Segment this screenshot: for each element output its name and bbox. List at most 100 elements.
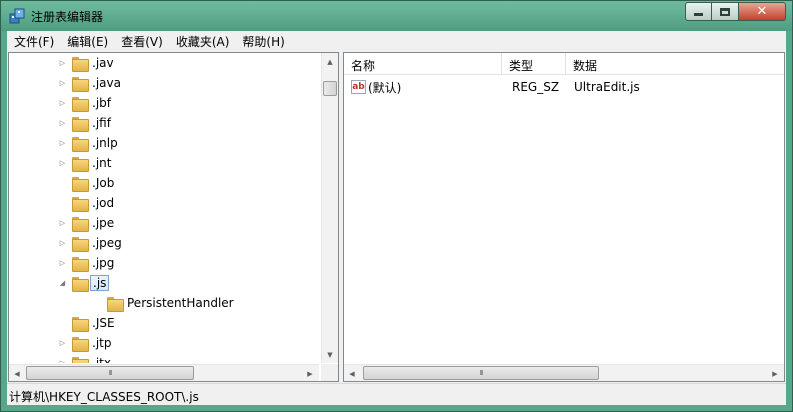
tree-horizontal-scrollbar[interactable]: ◀ III ▶ [9,364,319,381]
tree-vertical-scroll-thumb[interactable] [323,81,337,96]
folder-icon [107,296,124,312]
tree-item-label: .js [90,275,110,291]
tree-item[interactable]: ▷ .jpeg [58,233,124,253]
expand-arrow-icon[interactable]: ▷ [58,259,67,268]
close-button[interactable]: ✕ [739,2,786,21]
tree-item[interactable]: ▷ .jfif [58,113,113,133]
scroll-left-arrow-icon[interactable]: ◀ [9,365,25,382]
tree-item[interactable]: ▷ .jpe [58,213,116,233]
column-data-header[interactable]: 数据 [566,53,784,75]
value-data: UltraEdit.js [574,80,640,94]
column-name-header[interactable]: 名称 [344,53,502,75]
folder-icon [72,96,89,112]
values-horizontal-scroll-thumb[interactable]: III [363,366,599,380]
expand-arrow-icon[interactable]: ◢ [58,279,67,288]
tree-item-label: .java [92,76,121,90]
tree-item[interactable]: ▷ .jpg [58,253,116,273]
folder-icon [72,356,89,363]
tree-item-label: .jpe [92,216,115,230]
tree-item-label: .jod [92,196,115,210]
tree-item-label: .Job [92,176,115,190]
scroll-up-arrow-icon[interactable]: ▲ [322,53,338,70]
expand-arrow-icon[interactable]: ▷ [58,79,67,88]
folder-icon [72,56,89,72]
expand-arrow-icon[interactable]: ▷ [58,159,67,168]
folder-icon [72,236,89,252]
tree-item[interactable]: ▷ .jnlp [58,133,120,153]
folder-icon [72,196,89,212]
folder-icon [72,216,89,232]
tree-item-label: .jtp [92,336,112,350]
tree-item[interactable]: .JSE [58,313,117,333]
folder-icon [72,316,89,332]
tree-item[interactable]: ▷ .jav [58,53,116,73]
folder-icon [72,156,89,172]
menu-edit[interactable]: 编辑(E) [60,31,114,50]
string-value-icon: ab [351,80,366,94]
values-pane: 名称 类型 数据 ab (默认) REG_SZ UltraEdit.js ◀ I… [343,52,785,382]
scroll-right-arrow-icon[interactable]: ▶ [767,365,783,382]
values-horizontal-scrollbar[interactable]: ◀ III ▶ [344,364,784,381]
tree-item[interactable]: ▷ .jbf [58,93,113,113]
folder-icon [72,336,89,352]
value-name: (默认) [368,80,402,95]
tree-item[interactable]: ▷ .jtp [58,333,113,353]
title-bar[interactable]: 注册表编辑器 ✕ [1,1,792,31]
tree-vertical-scrollbar[interactable]: ▲ ▼ [321,53,338,363]
minimize-icon [694,13,703,16]
menu-help[interactable]: 帮助(H) [235,31,290,50]
tree-item[interactable]: ▷ .jnt [58,153,113,173]
window-title: 注册表编辑器 [31,10,104,24]
maximize-button[interactable] [712,2,739,21]
expand-arrow-icon[interactable]: ▷ [58,359,67,363]
tree-item[interactable]: ◢ .js [58,273,110,293]
tree-item[interactable]: ▷ .jtx [58,353,113,363]
expand-arrow-icon[interactable]: ▷ [58,99,67,108]
tree-item-label: .jfif [92,116,111,130]
maximize-icon [720,7,730,16]
column-type-header[interactable]: 类型 [502,53,566,75]
expand-arrow-icon[interactable]: ▷ [58,119,67,128]
tree-horizontal-scroll-thumb[interactable]: III [26,366,194,380]
close-icon: ✕ [756,4,768,19]
tree-item-label: .jnlp [92,136,118,150]
value-type: REG_SZ [512,80,560,94]
menu-view[interactable]: 查看(V) [114,31,169,50]
minimize-button[interactable] [685,2,712,21]
tree-item-label: .jtx [92,356,111,363]
expand-arrow-icon[interactable]: ▷ [58,219,67,228]
value-row[interactable]: ab (默认) REG_SZ UltraEdit.js [344,77,640,97]
tree-item[interactable]: PersistentHandler [93,293,236,313]
folder-icon [72,276,89,292]
folder-icon [72,176,89,192]
status-bar: 计算机\HKEY_CLASSES_ROOT\.js [7,383,786,405]
menu-favorites[interactable]: 收藏夹(A) [169,31,236,50]
folder-icon [72,76,89,92]
key-tree-pane: ▷ .jav ▷ .java ▷ .jbf ▷ .jfif ▷ .jnlp ▷ .jnt .Job .jo… [8,52,339,382]
tree-item-label: .jav [92,56,114,70]
tree-item-label: PersistentHandler [127,296,234,310]
tree-item[interactable]: .jod [58,193,116,213]
client-area: 文件(F) 编辑(E) 查看(V) 收藏夹(A) 帮助(H) ▷ .jav ▷ .ja… [7,31,786,405]
regedit-icon [9,8,25,24]
expand-arrow-icon[interactable]: ▷ [58,339,67,348]
menu-file[interactable]: 文件(F) [7,31,60,50]
scroll-left-arrow-icon[interactable]: ◀ [344,365,360,382]
tree-item[interactable]: .Job [58,173,116,193]
caption-buttons: ✕ [685,2,786,22]
tree-item-label: .jpeg [92,236,122,250]
scroll-right-arrow-icon[interactable]: ▶ [302,365,318,382]
key-tree: ▷ .jav ▷ .java ▷ .jbf ▷ .jfif ▷ .jnlp ▷ .jnt .Job .jo… [9,53,319,363]
scroll-corner [321,364,338,381]
expand-arrow-icon[interactable]: ▷ [58,59,67,68]
scroll-down-arrow-icon[interactable]: ▼ [322,346,338,363]
expand-arrow-icon[interactable]: ▷ [58,139,67,148]
values-list-header: 名称 类型 数据 [344,53,784,75]
registry-editor-window: 注册表编辑器 ✕ 文件(F) 编辑(E) 查看(V) 收藏夹(A) 帮助(H) … [0,0,793,412]
expand-arrow-icon[interactable]: ▷ [58,239,67,248]
tree-item-label: .jnt [92,156,112,170]
menu-bar: 文件(F) 编辑(E) 查看(V) 收藏夹(A) 帮助(H) [7,31,786,50]
tree-item[interactable]: ▷ .java [58,73,123,93]
tree-item-label: .JSE [92,316,115,330]
folder-icon [72,256,89,272]
